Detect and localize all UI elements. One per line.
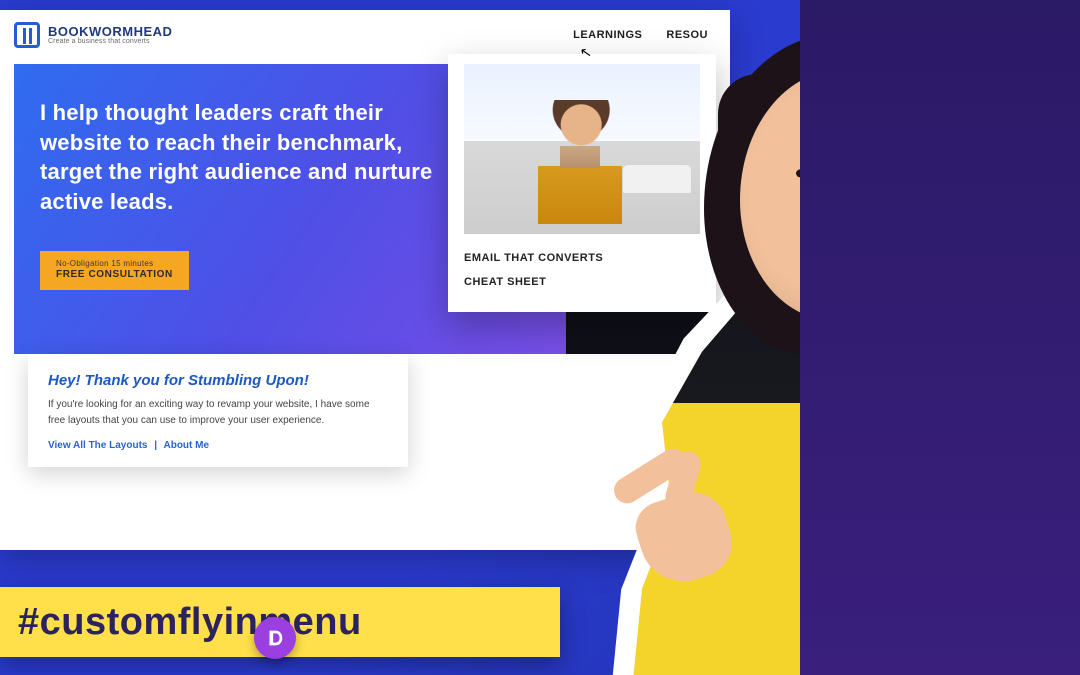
cta-free-consultation[interactable]: No-Obligation 15 minutes FREE CONSULTATI… (40, 251, 189, 291)
presenter-lips (826, 250, 882, 274)
divi-badge-icon (254, 617, 296, 659)
presenter-neck (800, 300, 880, 360)
presenter-hair (704, 34, 984, 354)
cta-line1: No-Obligation 15 minutes (56, 259, 173, 269)
flyin-item-cheat[interactable]: CHEAT SHEET (464, 270, 700, 294)
top-nav: LEARNINGS RESOU (573, 29, 708, 41)
presenter-brow (796, 166, 831, 178)
nav-resources[interactable]: RESOU (666, 29, 708, 41)
flyin-photo (464, 64, 700, 234)
flyin-menu: EMAIL THAT CONVERTS CHEAT SHEET (448, 54, 716, 312)
cta-line2: FREE CONSULTATION (56, 269, 173, 282)
callout-links: View All The Layouts | About Me (48, 440, 388, 451)
presenter-head (740, 70, 950, 320)
shirt-word-tube: Tu (951, 564, 1041, 641)
callout-title: Hey! Thank you for Stumbling Upon! (48, 372, 388, 389)
callout-body: If you're looking for an exciting way to… (48, 397, 388, 428)
website-screenshot: BOOKWORMHEAD Create a business that conv… (0, 10, 730, 550)
hero-headline: I help thought leaders craft their websi… (40, 98, 460, 217)
callout-card: Hey! Thank you for Stumbling Upon! If yo… (28, 354, 408, 467)
logo-icon (14, 22, 40, 48)
nav-learnings[interactable]: LEARNINGS (573, 29, 642, 41)
presenter-brow (860, 166, 895, 178)
brand-tagline: Create a business that converts (48, 38, 172, 45)
flyin-item-email[interactable]: EMAIL THAT CONVERTS (464, 246, 700, 270)
brand[interactable]: BOOKWORMHEAD Create a business that conv… (14, 22, 172, 48)
shirt-word-you: You (817, 555, 942, 637)
site-header: BOOKWORMHEAD Create a business that conv… (0, 10, 730, 58)
thumbnail-frame: BOOKWORMHEAD Create a business that conv… (0, 0, 1080, 675)
hashtag-text: #customflyinmenu (18, 601, 362, 644)
shirt-text: You Tu (817, 555, 1040, 641)
presenter-eye (864, 186, 884, 196)
link-about-me[interactable]: About Me (163, 440, 209, 451)
link-separator: | (154, 440, 157, 451)
presenter-eye (804, 186, 824, 196)
hashtag-ribbon: #customflyinmenu (0, 587, 560, 657)
brand-text: BOOKWORMHEAD Create a business that conv… (48, 25, 172, 45)
brand-name: BOOKWORMHEAD (48, 25, 172, 38)
link-view-layouts[interactable]: View All The Layouts (48, 440, 147, 451)
